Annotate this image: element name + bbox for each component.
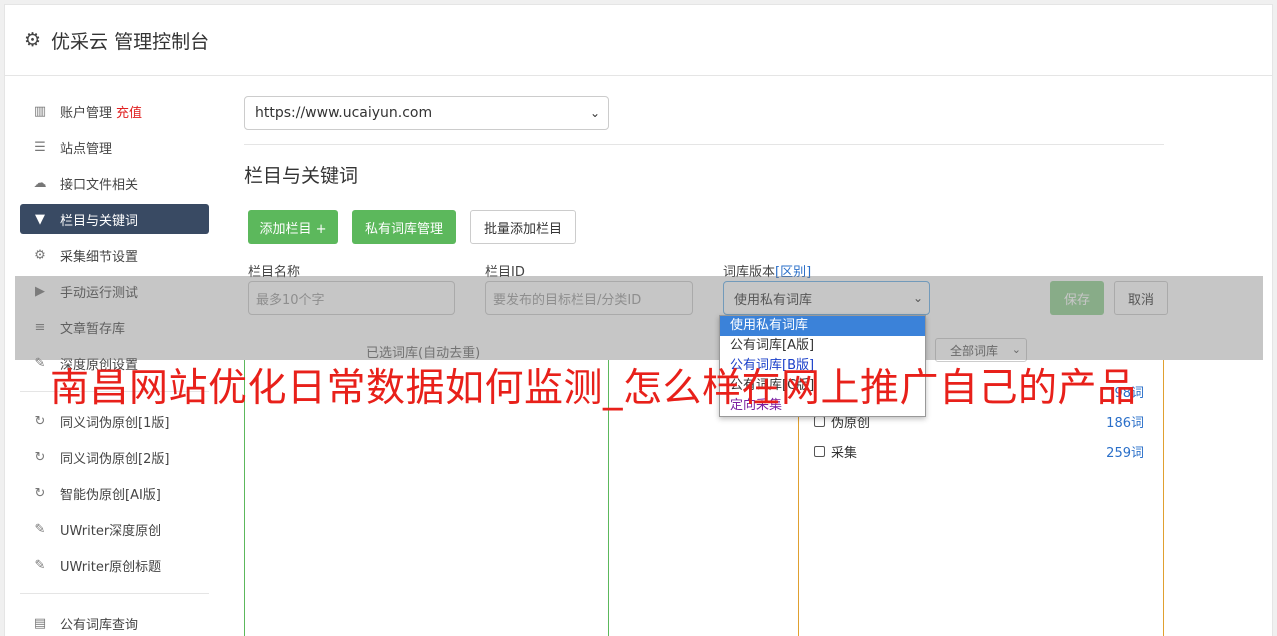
filter-icon: ▼ <box>35 211 45 227</box>
bar-chart-icon: ▥ <box>33 103 47 119</box>
dropdown-option[interactable]: 使用私有词库 <box>720 316 925 336</box>
page-title: 优采云 管理控制台 <box>51 30 210 53</box>
lib-count: 259词 <box>1106 446 1144 461</box>
sidebar-item-sites[interactable]: ☰ 站点管理 <box>20 132 209 162</box>
overlay <box>15 276 1263 360</box>
book-icon: ▤ <box>33 615 47 631</box>
sidebar-item-uwriter-deep[interactable]: ✎ UWriter深度原创 <box>20 514 209 544</box>
sidebar-item-interface[interactable]: ☁ 接口文件相关 <box>20 168 209 198</box>
sidebar-item-label: 同义词伪原创[1版] <box>60 415 170 431</box>
divider <box>244 144 1164 145</box>
refresh-icon: ↻ <box>34 413 46 429</box>
site-select-value: https://www.ucaiyun.com <box>255 105 433 121</box>
add-column-button[interactable]: 添加栏目 + <box>248 210 338 244</box>
sidebar-item-label: UWriter原创标题 <box>60 559 162 575</box>
sidebar-item-label: 智能伪原创[AI版] <box>60 487 161 503</box>
dropdown-option[interactable]: 公有词库[A版] <box>720 336 925 356</box>
sidebar-item-label: 站点管理 <box>60 141 113 157</box>
sidebar-item-columns[interactable]: ▼ 栏目与关键词 <box>20 204 209 234</box>
lib-checkbox[interactable] <box>814 446 825 457</box>
recharge-link[interactable]: 充值 <box>116 102 142 121</box>
batch-add-button[interactable]: 批量添加栏目 <box>470 210 576 244</box>
edit-icon: ✎ <box>34 557 46 573</box>
sidebar-item-label: 栏目与关键词 <box>60 213 139 229</box>
sidebar-item-account[interactable]: ▥ 账户管理 充值 <box>20 96 209 126</box>
sidebar-item-label: 账户管理 <box>60 105 113 121</box>
sidebar-item-synonym-v2[interactable]: ↻ 同义词伪原创[2版] <box>20 442 209 472</box>
cogs-icon: ⚙ <box>34 247 46 263</box>
sidebar-item-label: UWriter深度原创 <box>60 523 162 539</box>
lib-checkbox[interactable] <box>814 416 825 427</box>
site-select[interactable]: https://www.ucaiyun.com ⌄ <box>244 96 609 130</box>
sidebar-item-label: 公有词库查询 <box>60 617 139 633</box>
chevron-down-icon: ⌄ <box>589 106 600 120</box>
sidebar-item-public-lib[interactable]: ▤ 公有词库查询 <box>20 608 209 636</box>
sidebar-item-ai-original[interactable]: ↻ 智能伪原创[AI版] <box>20 478 209 508</box>
cloud-upload-icon: ☁ <box>33 175 47 191</box>
sidebar-item-label: 采集细节设置 <box>60 249 139 265</box>
sidebar-item-uwriter-title[interactable]: ✎ UWriter原创标题 <box>20 550 209 580</box>
sidebar-item-collect-settings[interactable]: ⚙ 采集细节设置 <box>20 240 209 270</box>
lib-count: 186词 <box>1106 416 1144 431</box>
refresh-icon: ↻ <box>34 485 46 501</box>
watermark-text: 南昌网站优化日常数据如何监测_怎么样在网上推广自己的产品 <box>50 366 1137 411</box>
sidebar-item-label: 同义词伪原创[2版] <box>60 451 170 467</box>
section-title: 栏目与关键词 <box>244 165 359 187</box>
lib-name: 采集 <box>831 446 858 461</box>
header: ⚙ 优采云 管理控制台 <box>5 5 1272 76</box>
refresh-icon: ↻ <box>34 449 46 465</box>
gear-icon: ⚙ <box>24 29 42 51</box>
lib-row[interactable]: 采集 259词 <box>814 442 1144 461</box>
edit-icon: ✎ <box>34 521 46 537</box>
server-icon: ☰ <box>34 139 46 155</box>
private-lib-button[interactable]: 私有词库管理 <box>352 210 456 244</box>
sidebar-item-label: 接口文件相关 <box>60 177 139 193</box>
divider <box>20 593 209 594</box>
